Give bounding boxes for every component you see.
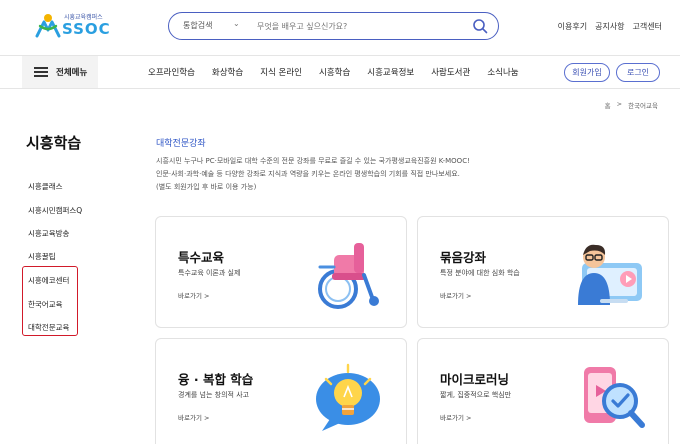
login-button[interactable]: 로그인 — [616, 63, 660, 82]
card-subtitle: 경계를 넘는 창의적 사고 — [178, 391, 250, 399]
all-menu-label: 전체메뉴 — [56, 68, 88, 78]
nav-item-siheung-learning[interactable]: 시흥학습 — [319, 66, 350, 78]
card-title: 마이크로러닝 — [440, 372, 510, 387]
course-card-microlearning[interactable]: 마이크로러닝 짧게, 집중적으로 핵심만 바로가기 > — [417, 338, 669, 444]
sidebar-item-campus-q[interactable]: 시흥시민캠퍼스Q — [28, 205, 82, 216]
search-icon[interactable] — [472, 18, 488, 34]
nav-item-video[interactable]: 화상학습 — [212, 66, 243, 78]
nav-item-human-library[interactable]: 사람도서관 — [431, 66, 470, 78]
card-link[interactable]: 바로가기 > — [440, 290, 471, 300]
description-line: 인문·사회·과학·예술 등 다양한 강좌로 지식과 역량을 키우는 온라인 평생… — [156, 170, 460, 178]
breadcrumb-home[interactable]: 홈 — [605, 100, 611, 110]
all-menu-button[interactable]: 전체메뉴 — [22, 56, 98, 88]
search-bar: 통합검색 ⌄ — [168, 12, 499, 40]
course-card-convergence[interactable]: 융 · 복합 학습 경계를 넘는 창의적 사고 바로가기 > — [155, 338, 407, 444]
nav-item-education-info[interactable]: 시흥교육정보 — [367, 66, 414, 78]
course-card-bundle[interactable]: 묶음강좌 특정 분야에 대한 심화 학습 바로가기 > — [417, 216, 669, 328]
top-links: 이용후기 공지사항 고객센터 — [558, 21, 662, 32]
nav-item-news[interactable]: 소식나눔 — [487, 66, 518, 78]
sidebar-item-siheung-class[interactable]: 시흥클래스 — [28, 181, 63, 192]
search-input[interactable] — [257, 18, 457, 34]
card-title: 묶음강좌 — [440, 250, 487, 265]
site-logo[interactable]: 시흥교육캠퍼스 SSOC — [34, 10, 124, 40]
card-subtitle: 특수교육 이론과 실제 — [178, 269, 241, 277]
hamburger-icon — [34, 67, 48, 77]
card-link[interactable]: 바로가기 > — [178, 290, 209, 300]
section-description: 시흥시민 누구나 PC·모바일로 대학 수준의 전문 강좌를 무료로 즐길 수 … — [156, 155, 470, 194]
card-link[interactable]: 바로가기 > — [178, 412, 209, 422]
card-subtitle: 짧게, 집중적으로 핵심만 — [440, 391, 512, 399]
sidebar-item-broadcast[interactable]: 시흥교육방송 — [28, 228, 69, 239]
support-link[interactable]: 고객센터 — [633, 21, 662, 32]
sidebar-item-tips[interactable]: 시흥꿀팁 — [28, 251, 56, 262]
card-title: 융 · 복합 학습 — [178, 372, 254, 387]
highlight-box — [22, 266, 78, 336]
lightbulb-icon — [316, 363, 380, 431]
main-nav: 전체메뉴 오프라인학습 화상학습 지식 온라인 시흥학습 시흥교육정보 사람도서… — [0, 55, 680, 89]
breadcrumb-current[interactable]: 한국어교육 — [628, 100, 658, 110]
breadcrumb: 홈 > 한국어교육 — [605, 100, 658, 110]
reviews-link[interactable]: 이용후기 — [558, 21, 587, 32]
online-teacher-icon — [578, 244, 642, 305]
nav-item-offline[interactable]: 오프라인학습 — [148, 66, 195, 78]
video-magnifier-icon — [584, 367, 645, 428]
card-subtitle: 특정 분야에 대한 심화 학습 — [440, 269, 520, 277]
card-title: 특수교육 — [178, 250, 225, 265]
description-line: (별도 회원가입 후 바로 이용 가능) — [156, 183, 257, 191]
site-header: 시흥교육캠퍼스 SSOC 통합검색 ⌄ 이용후기 공지사항 고객센터 — [0, 0, 680, 50]
signup-button[interactable]: 회원가입 — [564, 63, 610, 82]
notice-link[interactable]: 공지사항 — [595, 21, 624, 32]
card-link[interactable]: 바로가기 > — [440, 412, 471, 422]
search-category-select[interactable]: 통합검색 — [183, 20, 212, 31]
chevron-down-icon[interactable]: ⌄ — [233, 19, 240, 28]
course-card-special-education[interactable]: 특수교육 특수교육 이론과 실제 바로가기 > — [155, 216, 407, 328]
sidebar-title: 시흥학습 — [26, 134, 82, 152]
description-line: 시흥시민 누구나 PC·모바일로 대학 수준의 전문 강좌를 무료로 즐길 수 … — [156, 157, 470, 165]
wheelchair-icon — [318, 243, 379, 309]
nav-items: 오프라인학습 화상학습 지식 온라인 시흥학습 시흥교육정보 사람도서관 소식나… — [148, 66, 536, 78]
breadcrumb-separator: > — [616, 100, 623, 108]
section-title: 대학전문강좌 — [156, 139, 206, 149]
logo-title: SSOC — [62, 20, 111, 38]
logo-mark-icon — [35, 14, 61, 38]
nav-item-online[interactable]: 지식 온라인 — [260, 66, 302, 78]
